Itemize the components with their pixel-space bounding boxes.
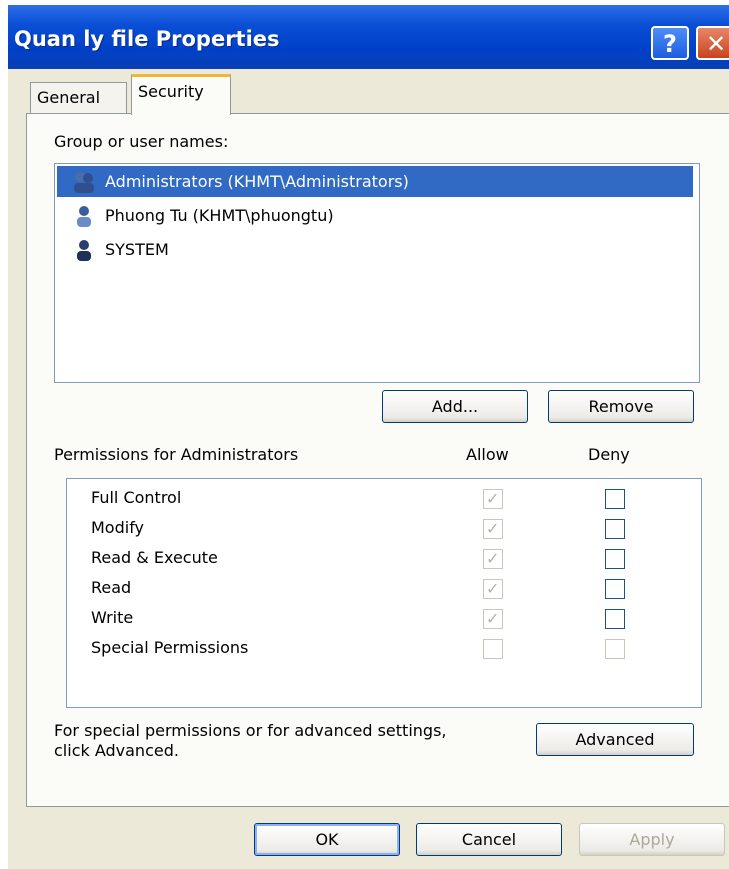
help-button[interactable]: ?	[651, 26, 689, 60]
user-name: Phuong Tu (KHMT\phuongtu)	[105, 206, 334, 225]
check-mark-icon: ✓	[486, 579, 500, 598]
allow-checkbox-write: ✓	[483, 609, 503, 629]
deny-checkbox-modify[interactable]	[605, 519, 625, 539]
list-item-phuongtu[interactable]: Phuong Tu (KHMT\phuongtu)	[57, 200, 334, 231]
group-names-label: Group or user names:	[54, 132, 229, 151]
list-item-administrators[interactable]: Administrators (KHMT\Administrators)	[57, 166, 693, 197]
close-button[interactable]: ✕	[696, 26, 729, 60]
apply-button: Apply	[579, 823, 725, 856]
allow-checkbox-full-control: ✓	[483, 489, 503, 509]
user-name: SYSTEM	[105, 240, 169, 259]
allow-checkbox-read: ✓	[483, 579, 503, 599]
permission-read: Read	[91, 578, 132, 597]
deny-checkbox-read-execute[interactable]	[605, 549, 625, 569]
permission-read-execute: Read & Execute	[91, 548, 218, 567]
tab-security[interactable]: Security	[131, 74, 231, 115]
deny-header: Deny	[588, 445, 630, 464]
check-mark-icon: ✓	[486, 489, 500, 508]
advanced-button[interactable]: Advanced	[536, 723, 694, 756]
allow-header: Allow	[466, 445, 509, 464]
remove-button[interactable]: Remove	[548, 390, 694, 423]
ok-button[interactable]: OK	[254, 823, 400, 856]
user-list[interactable]: Administrators (KHMT\Administrators) Phu…	[54, 163, 700, 383]
check-mark-icon: ✓	[486, 519, 500, 538]
list-item-system[interactable]: SYSTEM	[57, 234, 169, 265]
deny-checkbox-full-control[interactable]	[605, 489, 625, 509]
add-button[interactable]: Add...	[382, 390, 528, 423]
check-mark-icon: ✓	[486, 549, 500, 568]
advanced-hint-line2: click Advanced.	[54, 741, 179, 760]
user-name: Administrators (KHMT\Administrators)	[105, 172, 409, 191]
advanced-hint-line1: For special permissions or for advanced …	[54, 721, 447, 740]
title-bar[interactable]: Quan ly file Properties ? ✕	[8, 5, 729, 69]
properties-window: Quan ly file Properties ? ✕ General Secu…	[8, 5, 729, 869]
deny-checkbox-read[interactable]	[605, 579, 625, 599]
group-icon	[74, 172, 94, 193]
check-mark-icon: ✓	[486, 609, 500, 628]
permission-write: Write	[91, 608, 134, 627]
user-icon	[77, 206, 91, 227]
deny-checkbox-write[interactable]	[605, 609, 625, 629]
permission-special: Special Permissions	[91, 638, 249, 657]
cancel-button[interactable]: Cancel	[416, 823, 562, 856]
tab-general[interactable]: General	[30, 82, 127, 113]
permissions-label: Permissions for Administrators	[54, 445, 299, 464]
window-title: Quan ly file Properties	[14, 27, 280, 51]
allow-checkbox-special	[483, 639, 503, 659]
deny-checkbox-special	[605, 639, 625, 659]
allow-checkbox-read-execute: ✓	[483, 549, 503, 569]
allow-checkbox-modify: ✓	[483, 519, 503, 539]
system-user-icon	[77, 240, 91, 261]
permission-full-control: Full Control	[91, 488, 182, 507]
permissions-list: Full Control ✓ Modify ✓ Read & Execute ✓…	[66, 478, 702, 708]
permission-modify: Modify	[91, 518, 145, 537]
